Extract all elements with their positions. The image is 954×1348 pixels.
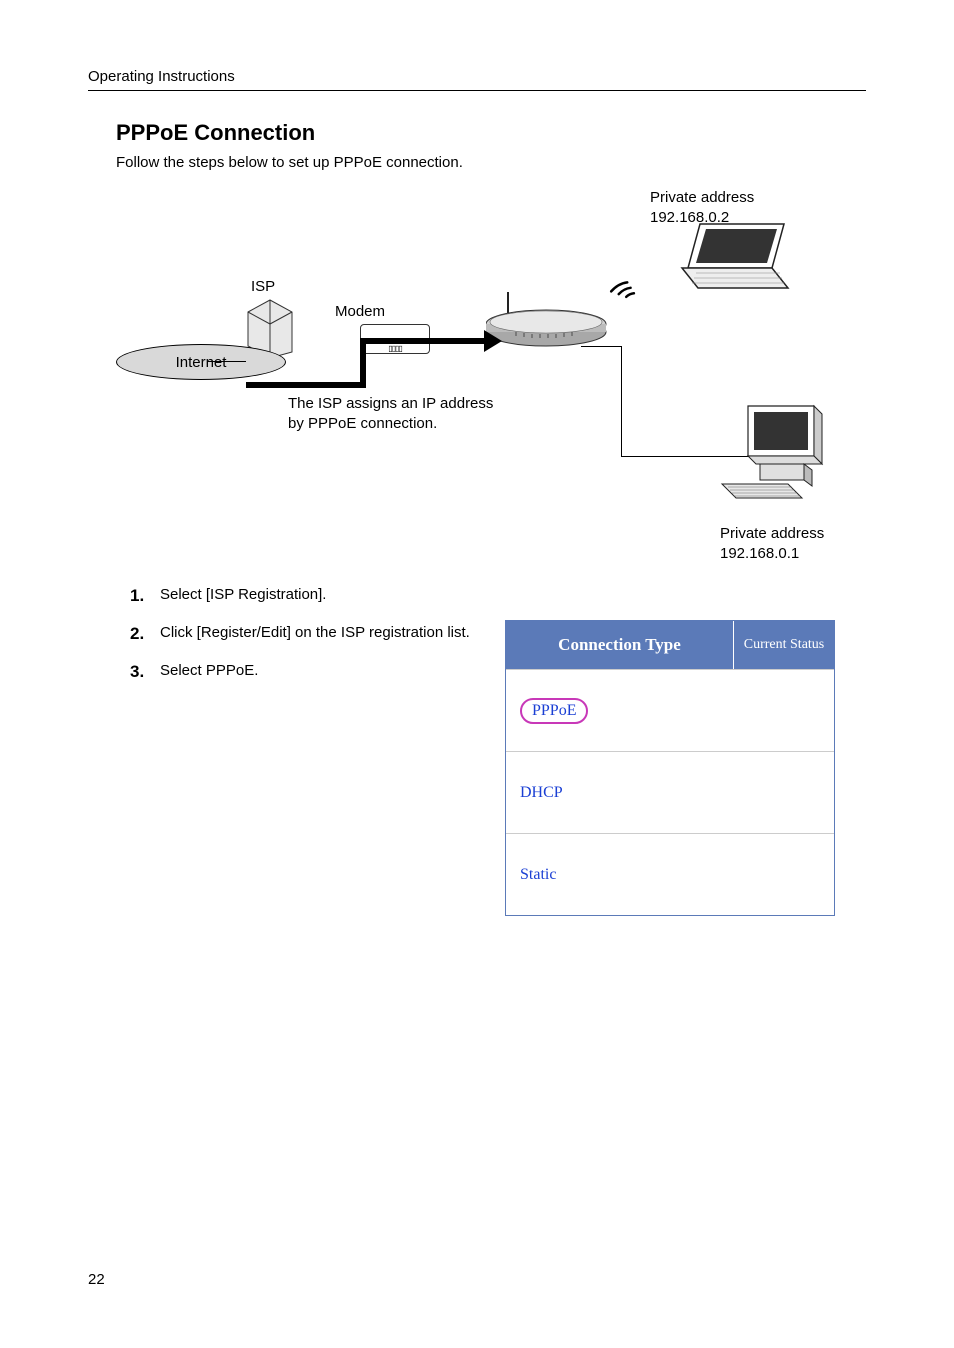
isp-label: ISP	[251, 278, 275, 295]
connection-type-table: Connection Type Current Status PPPoE DHC…	[505, 620, 835, 916]
header-current-status: Current Status	[734, 621, 834, 669]
header-rule	[88, 90, 866, 91]
header-connection-type: Connection Type	[506, 621, 734, 669]
router-icon	[486, 288, 616, 348]
step-number: 3.	[130, 660, 160, 684]
private-bottom-ip: 192.168.0.1	[720, 545, 799, 562]
table-header-row: Connection Type Current Status	[506, 621, 834, 669]
row-label: DHCP	[520, 784, 563, 802]
step-number: 2.	[130, 622, 160, 646]
diagram-line	[581, 346, 621, 347]
diagram-thick-line	[246, 382, 366, 388]
modem-label: Modem	[335, 303, 385, 320]
internet-label: Internet	[176, 354, 227, 371]
assign-line1: The ISP assigns an IP address	[288, 395, 493, 412]
step-3: 3. Select PPPoE.	[130, 660, 510, 684]
step-2: 2. Click [Register/Edit] on the ISP regi…	[130, 622, 510, 646]
section-title: PPPoE Connection	[116, 120, 315, 146]
laptop-icon	[676, 218, 796, 298]
internet-oval: Internet	[116, 344, 286, 380]
intro-text: Follow the steps below to set up PPPoE c…	[116, 154, 463, 171]
pppoe-highlight-circle: PPPoE	[520, 698, 588, 724]
assign-line2: by PPPoE connection.	[288, 415, 437, 432]
diagram-line	[208, 361, 246, 362]
step-text: Select PPPoE.	[160, 660, 258, 684]
table-row-dhcp[interactable]: DHCP	[506, 751, 834, 833]
network-diagram: Private address 192.168.0.2 ISP Modem ▯▯…	[116, 178, 868, 568]
step-text: Select [ISP Registration].	[160, 584, 326, 608]
diagram-thick-line	[360, 338, 366, 388]
desktop-icon	[714, 402, 824, 502]
row-label: Static	[520, 866, 556, 884]
private-bottom-label: Private address	[720, 525, 824, 542]
step-text: Click [Register/Edit] on the ISP registr…	[160, 622, 470, 646]
table-row-pppoe[interactable]: PPPoE	[506, 669, 834, 751]
diagram-arrowhead	[484, 330, 502, 352]
page-number: 22	[88, 1271, 105, 1288]
row-label: PPPoE	[532, 702, 576, 719]
steps-list: 1. Select [ISP Registration]. 2. Click […	[130, 584, 510, 697]
step-1: 1. Select [ISP Registration].	[130, 584, 510, 608]
diagram-line	[621, 346, 622, 456]
private-address-bottom: Private address 192.168.0.1	[720, 524, 824, 563]
table-row-static[interactable]: Static	[506, 833, 834, 915]
running-header: Operating Instructions	[88, 68, 235, 85]
isp-assign-caption: The ISP assigns an IP address by PPPoE c…	[288, 394, 493, 433]
private-top-label: Private address	[650, 189, 754, 206]
step-number: 1.	[130, 584, 160, 608]
diagram-thick-line	[360, 338, 490, 344]
